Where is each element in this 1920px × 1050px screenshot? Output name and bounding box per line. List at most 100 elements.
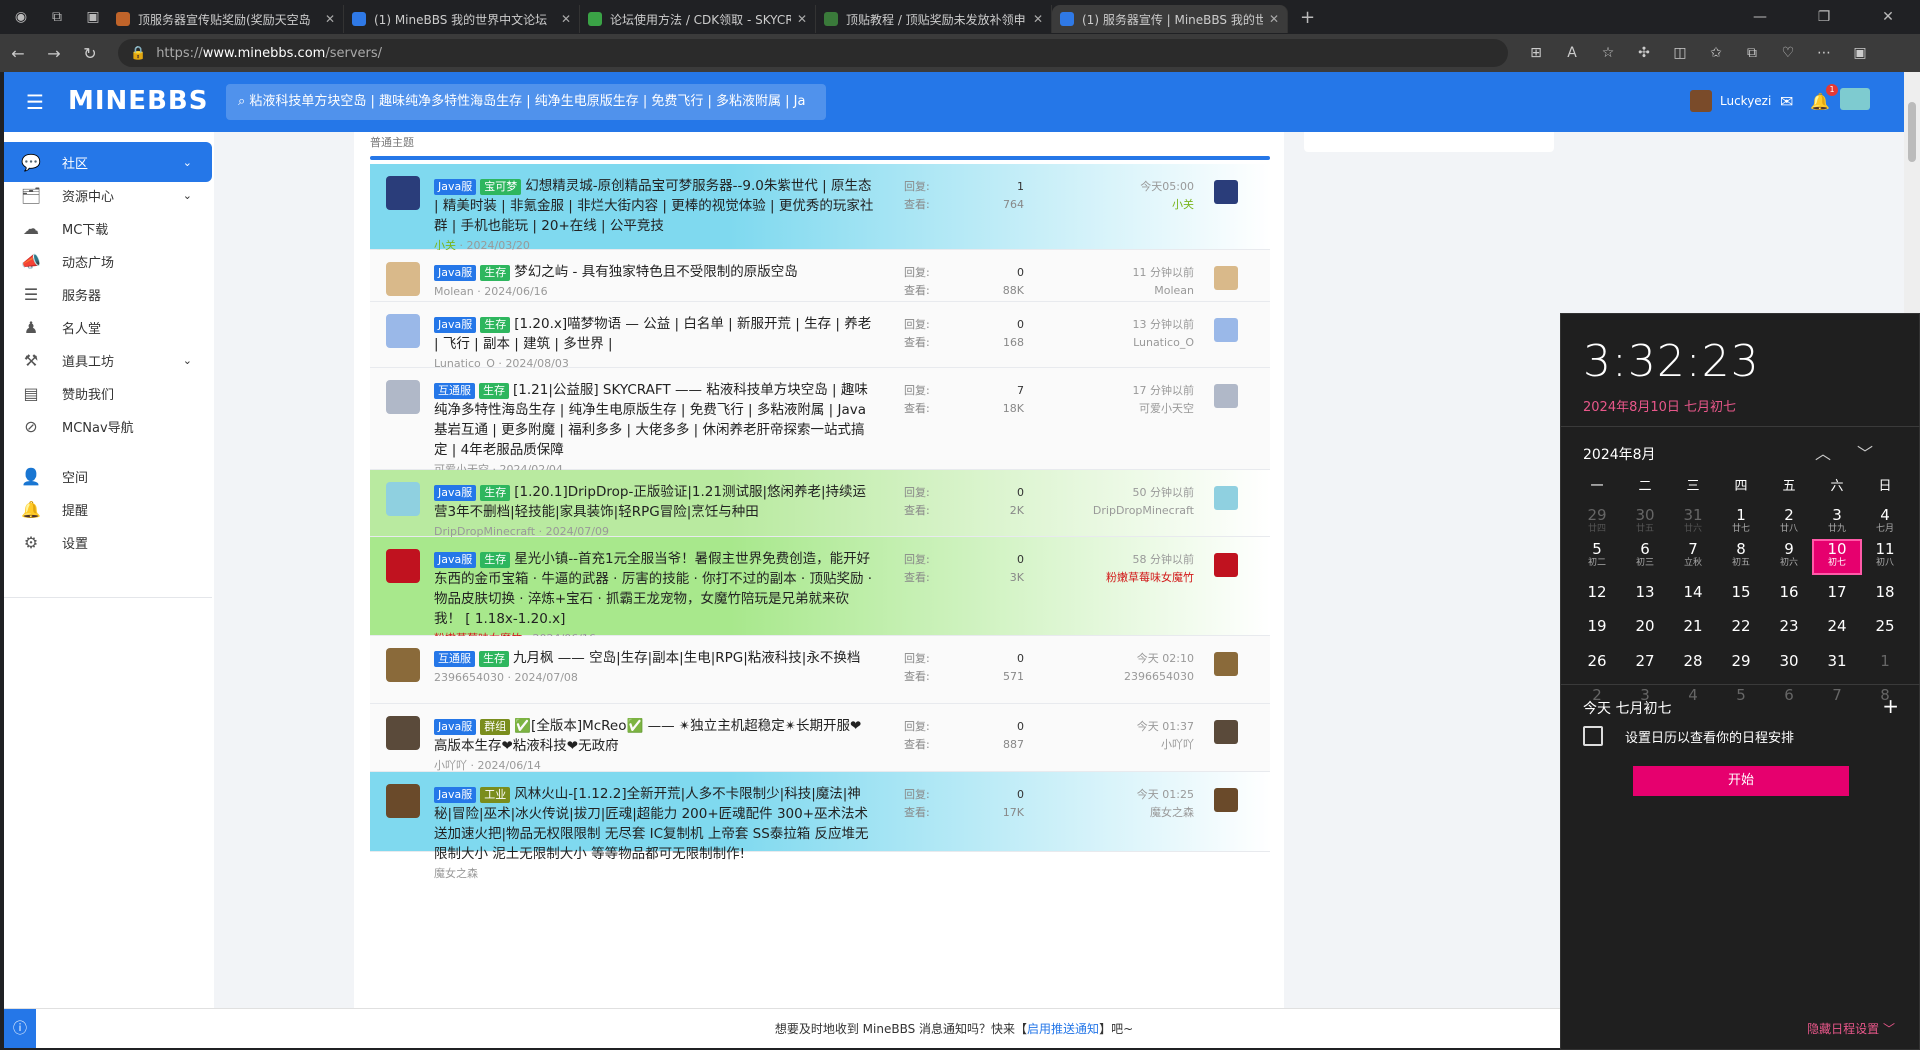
- split-screen-icon[interactable]: ◫: [1662, 45, 1698, 61]
- author-avatar[interactable]: [386, 648, 420, 682]
- last-post-user[interactable]: Lunatico_O: [1024, 334, 1194, 352]
- author-avatar[interactable]: [386, 784, 420, 818]
- last-post-user[interactable]: 小吖吖: [1024, 736, 1194, 754]
- calendar-month[interactable]: 2024年8月: [1583, 444, 1656, 464]
- mail-icon[interactable]: ✉: [1780, 92, 1793, 111]
- prefix-tag[interactable]: 生存: [479, 383, 509, 399]
- last-post-time[interactable]: 58 分钟以前: [1024, 551, 1195, 569]
- app-available-icon[interactable]: ⊞: [1518, 45, 1554, 61]
- last-poster-avatar[interactable]: [1214, 652, 1238, 676]
- prefix-tag[interactable]: Java服: [434, 719, 477, 735]
- prefix-tag[interactable]: 生存: [479, 651, 509, 667]
- calendar-day[interactable]: 30 廿五: [1621, 506, 1669, 540]
- clock-date[interactable]: 2024年8月10日 七月初七: [1583, 396, 1736, 415]
- last-post-time[interactable]: 11 分钟以前: [1024, 264, 1195, 282]
- author-avatar[interactable]: [386, 262, 420, 296]
- site-logo[interactable]: MINEBBS: [68, 86, 208, 116]
- author-avatar[interactable]: [386, 482, 420, 516]
- calendar-day[interactable]: 21: [1669, 609, 1717, 643]
- calendar-day[interactable]: 1: [1861, 644, 1909, 678]
- forward-icon[interactable]: →: [36, 44, 72, 63]
- thread-author[interactable]: 小吖吖: [434, 759, 467, 772]
- bell-icon[interactable]: 🔔: [1810, 92, 1830, 111]
- prefix-tag[interactable]: Java服: [434, 265, 477, 281]
- extensions-icon[interactable]: ✣: [1626, 45, 1662, 61]
- calendar-day[interactable]: 29 廿四: [1573, 506, 1621, 540]
- close-tab-icon[interactable]: ✕: [1269, 12, 1279, 26]
- calendar-day[interactable]: 9 初六: [1765, 540, 1813, 574]
- next-month-icon[interactable]: ﹀: [1857, 444, 1899, 463]
- last-poster-avatar[interactable]: [1214, 486, 1238, 510]
- last-poster-avatar[interactable]: [1214, 318, 1238, 342]
- chevron-down-icon[interactable]: ⌄: [183, 354, 192, 367]
- calendar-day[interactable]: 29: [1717, 644, 1765, 678]
- calendar-day[interactable]: 26: [1573, 644, 1621, 678]
- back-icon[interactable]: ←: [0, 44, 36, 63]
- tab-actions-icon[interactable]: ▣: [78, 2, 108, 32]
- close-tab-icon[interactable]: ✕: [797, 12, 807, 26]
- calendar-day[interactable]: 1 廿七: [1717, 506, 1765, 540]
- prefix-tag[interactable]: 互通服: [434, 651, 475, 667]
- calendar-day[interactable]: 19: [1573, 609, 1621, 643]
- last-post-time[interactable]: 今天 02:10: [1024, 650, 1194, 668]
- collections-icon[interactable]: ⧉: [1734, 45, 1770, 61]
- workspaces-icon[interactable]: ⧉: [42, 2, 72, 32]
- calendar-day[interactable]: 20: [1621, 609, 1669, 643]
- sidebar-item[interactable]: ⊘ MCNav导航: [4, 406, 212, 446]
- calendar-day[interactable]: 22: [1717, 609, 1765, 643]
- close-window-button[interactable]: ✕: [1856, 0, 1920, 34]
- more-icon[interactable]: ⋯: [1806, 45, 1842, 61]
- favorite-star-icon[interactable]: ☆: [1590, 45, 1626, 61]
- calendar-day[interactable]: 3 廿九: [1813, 506, 1861, 540]
- thread-title[interactable]: 九月枫 —— 空岛|生存|副本|生电|RPG|粘液科技|永不换档: [513, 650, 860, 666]
- prefix-tag[interactable]: Java服: [434, 179, 477, 195]
- last-poster-avatar[interactable]: [1214, 180, 1238, 204]
- hide-agenda-link[interactable]: 隐藏日程设置 ﹀: [1807, 1020, 1895, 1037]
- thread-author[interactable]: Molean: [434, 285, 474, 298]
- thread-row[interactable]: Java服 工业 风林火山-[1.12.2]全新开荒|人多不卡限制少|科技|魔法|神…: [370, 772, 1270, 880]
- favorites-icon[interactable]: ✩: [1698, 45, 1734, 61]
- browser-tab[interactable]: 论坛使用方法 / CDK领取 - SKYCR ✕: [580, 5, 816, 33]
- thread-row[interactable]: 互通服 生存 [1.21|公益服] SKYCRAFT —— 粘液科技单方块空岛 | …: [370, 368, 1270, 476]
- calendar-day[interactable]: 31: [1813, 644, 1861, 678]
- browser-tab[interactable]: (1) 服务器宣传 | MineBBS 我的世 ✕: [1052, 5, 1288, 33]
- last-poster-avatar[interactable]: [1214, 384, 1238, 408]
- prefix-tag[interactable]: 宝可梦: [480, 179, 522, 195]
- thread-row[interactable]: Java服 生存 星光小镇--首充1元全服当爷！暑假主世界免费创造，能开好东西的金币…: [370, 537, 1270, 645]
- calendar-day[interactable]: 4 七月: [1861, 506, 1909, 540]
- sidebar-item[interactable]: ⚙ 设置: [4, 522, 212, 562]
- enable-push-link[interactable]: 启用推送通知: [1027, 1022, 1099, 1036]
- calendar-day[interactable]: 27: [1621, 644, 1669, 678]
- prefix-tag[interactable]: Java服: [434, 485, 477, 501]
- prefix-tag[interactable]: 互通服: [434, 383, 475, 399]
- prefix-tag[interactable]: 工业: [480, 787, 511, 803]
- calendar-day[interactable]: 13: [1621, 575, 1669, 609]
- thread-row[interactable]: Java服 宝可梦 幻想精灵城-原创精品宝可梦服务器--9.0朱紫世代 | 原生态 …: [370, 164, 1270, 252]
- last-poster-avatar[interactable]: [1214, 720, 1238, 744]
- browser-tab[interactable]: (1) MineBBS 我的世界中文论坛 ✕: [344, 5, 580, 33]
- last-post-time[interactable]: 今天05:00: [1024, 178, 1194, 196]
- last-poster-avatar[interactable]: [1214, 553, 1238, 577]
- refresh-icon[interactable]: ↻: [72, 44, 108, 63]
- last-post-user[interactable]: 可爱小天空: [1024, 400, 1194, 418]
- search-input[interactable]: ⌕ 粘液科技单方块空岛 | 趣味纯净多特性海岛生存 | 纯净生电原版生存 | 免…: [226, 84, 826, 120]
- prev-month-icon[interactable]: ︿: [1815, 444, 1857, 463]
- menu-icon[interactable]: ☰: [26, 90, 44, 114]
- last-poster-avatar[interactable]: [1214, 266, 1238, 290]
- last-post-user[interactable]: 魔女之森: [1024, 804, 1194, 822]
- last-post-time[interactable]: 今天 01:25: [1024, 786, 1194, 804]
- calendar-day[interactable]: 25: [1861, 609, 1909, 643]
- calendar-day[interactable]: 30: [1765, 644, 1813, 678]
- prefix-tag[interactable]: Java服: [434, 787, 477, 803]
- prefix-tag[interactable]: 生存: [480, 552, 511, 568]
- last-post-time[interactable]: 13 分钟以前: [1024, 316, 1195, 334]
- app-icon[interactable]: [1840, 88, 1870, 110]
- close-tab-icon[interactable]: ✕: [561, 12, 571, 26]
- thread-row[interactable]: 互通服 生存 九月枫 —— 空岛|生存|副本|生电|RPG|粘液科技|永不换档 239…: [370, 636, 1270, 704]
- prefix-tag[interactable]: Java服: [434, 317, 477, 333]
- calendar-day[interactable]: 11 初八: [1861, 540, 1909, 574]
- thread-title[interactable]: 梦幻之屿 - 具有独家特色且不受限制的原版空岛: [514, 264, 797, 280]
- browser-tab[interactable]: 顶服务器宣传贴奖励(奖励天空岛 ✕: [108, 5, 344, 33]
- last-post-time[interactable]: 今天 01:37: [1024, 718, 1194, 736]
- calendar-day[interactable]: 28: [1669, 644, 1717, 678]
